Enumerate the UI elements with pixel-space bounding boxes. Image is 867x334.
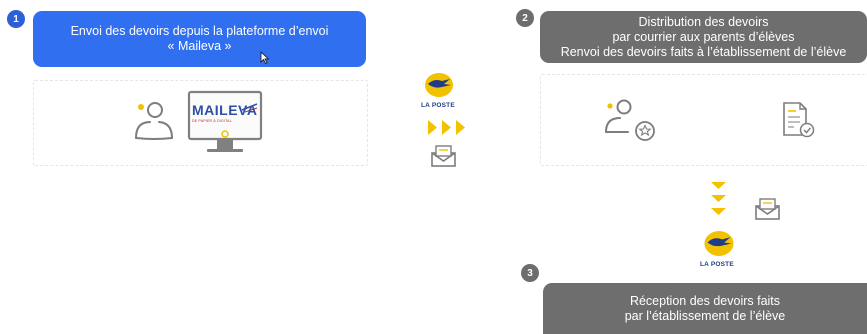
arrows-down-icon [711, 182, 726, 215]
step-2-panel [540, 74, 867, 166]
step-1-banner: Envoi des devoirs depuis la plateforme d… [33, 11, 366, 67]
cursor-icon [260, 51, 269, 64]
step-3-banner: Réception des devoirs faits par l’établi… [543, 283, 867, 334]
step-2-line3: Renvoi des devoirs faits à l’établisseme… [560, 44, 847, 59]
step-1-title-line2: « Maileva » [167, 39, 232, 53]
step-2-number: 2 [516, 9, 534, 27]
step-3-line2: par l’établissement de l’élève [624, 308, 786, 323]
step-2-line2: par courrier aux parents d’élèves [612, 29, 795, 44]
envelope-icon [755, 198, 780, 220]
step-2-banner: Distribution des devoirs par courrier au… [540, 11, 867, 63]
step-1-title-line1: Envoi des devoirs depuis la plateforme d… [70, 24, 329, 38]
user-icon [135, 102, 173, 140]
envelope-icon [431, 145, 456, 167]
maileva-logo-text: MAILEVA [192, 102, 258, 118]
step-2-line1: Distribution des devoirs [638, 14, 769, 29]
step-3-line1: Réception des devoirs faits [629, 293, 781, 308]
laposte-label-top: LA POSTE [421, 102, 455, 109]
laposte-logo-icon [704, 231, 734, 256]
maileva-logo-subtext: DE PAPIER À DIGITAL [192, 119, 232, 123]
step-3-number: 3 [521, 264, 539, 282]
laposte-logo-icon [425, 73, 453, 97]
user-star-icon [605, 99, 655, 141]
arrows-right-icon [428, 120, 465, 135]
monitor-icon [187, 90, 263, 152]
step-1-number: 1 [7, 10, 25, 28]
document-check-icon [783, 102, 815, 138]
laposte-label-bottom: LA POSTE [700, 261, 734, 268]
